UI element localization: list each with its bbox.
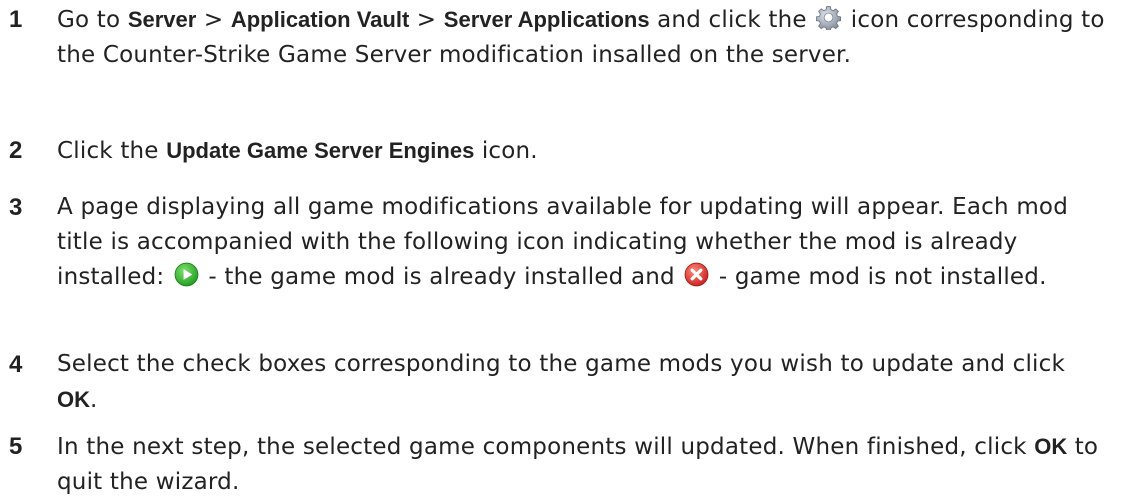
step-text: Go to Server > Application Vault > Serve… [57, 2, 1110, 73]
step-text: In the next step, the selected game comp… [57, 429, 1110, 500]
step-text-part: Click the [57, 138, 167, 164]
step-4: 4 Select the check boxes corresponding t… [0, 347, 1110, 418]
step-text-part: In the next step, the selected game comp… [57, 434, 1035, 460]
step-1: 1 Go to Server > Application Vault > Ser… [0, 2, 1110, 73]
step-text-part: - the game mod is already installed and [200, 264, 683, 290]
nav-separator: > [409, 7, 444, 33]
step-text-part: Select the check boxes corresponding to … [57, 351, 1066, 377]
step-number: 5 [9, 433, 23, 460]
step-text-part: . [90, 387, 98, 413]
step-number: 3 [9, 194, 23, 221]
step-text: Click the Update Game Server Engines ico… [57, 133, 1110, 169]
step-5: 5 In the next step, the selected game co… [0, 429, 1110, 500]
nav-separator: > [196, 7, 231, 33]
step-text-part: Go to [57, 7, 128, 33]
step-number: 4 [9, 351, 23, 378]
step-text-part: - game mod is not installed. [711, 264, 1047, 290]
step-text: A page displaying all game modifications… [57, 190, 1110, 295]
update-engines-label: Update Game Server Engines [166, 138, 475, 163]
step-text-part: icon. [474, 138, 538, 164]
nav-application-vault: Application Vault [230, 7, 410, 32]
nav-server: Server [127, 7, 197, 32]
ok-label: OK [1034, 434, 1068, 459]
ok-label: OK [57, 387, 90, 412]
instruction-steps: 1 Go to Server > Application Vault > Ser… [0, 0, 1124, 499]
red-x-icon [684, 262, 709, 287]
step-3: 3 A page displaying all game modificatio… [0, 190, 1110, 295]
step-2: 2 Click the Update Game Server Engines i… [0, 133, 1110, 169]
green-play-icon [174, 262, 199, 287]
gear-icon [816, 6, 842, 30]
step-text-part: and click the [649, 7, 815, 33]
nav-server-applications: Server Applications [443, 7, 650, 32]
step-number: 1 [9, 6, 23, 33]
step-text: Select the check boxes corresponding to … [57, 347, 1110, 418]
step-number: 2 [9, 137, 23, 164]
